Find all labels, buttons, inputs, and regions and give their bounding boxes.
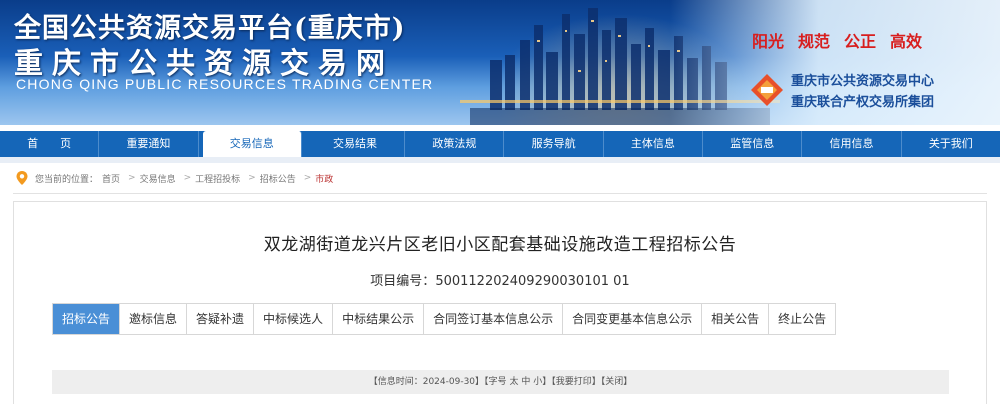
tab-tender-notice[interactable]: 招标公告 (53, 304, 121, 334)
org-logo-icon (751, 74, 783, 106)
tab-termination-notice[interactable]: 终止公告 (769, 304, 835, 334)
project-number-value: 500112202409290030101 01 (435, 274, 630, 289)
breadcrumb-link-trading-info[interactable]: 交易信息 (140, 172, 176, 185)
print-link[interactable]: 】【我要打印】 (542, 377, 601, 387)
nav-item-home[interactable]: 首 页 (0, 131, 100, 157)
close-link[interactable]: 【关闭】 (601, 377, 633, 387)
tab-contract-signing[interactable]: 合同签订基本信息公示 (424, 304, 564, 334)
breadcrumb-separator: > (128, 173, 136, 183)
breadcrumb-divider (13, 193, 987, 194)
breadcrumb-prefix: 您当前的位置： (35, 174, 99, 185)
breadcrumb-link-municipal[interactable]: 市政 (315, 172, 333, 185)
org-name-2: 重庆联合产权交易所集团 (791, 95, 935, 110)
font-size-large-link[interactable]: 太 (509, 377, 518, 387)
breadcrumb-link-tender-notice[interactable]: 招标公告 (260, 172, 296, 185)
nav-item-about[interactable]: 关于我们 (902, 131, 1000, 157)
breadcrumb: 您当前的位置： 首页 > 交易信息 > 工程招投标 > 招标公告 > 市政 (15, 170, 337, 186)
slogan-word: 阳光 (752, 32, 785, 51)
nav-item-trading-info[interactable]: 交易信息 (202, 131, 302, 157)
slogan: 阳光 规范 公正 高效 (752, 28, 922, 52)
slogan-word: 规范 (798, 32, 831, 51)
nav-item-credit[interactable]: 信用信息 (802, 131, 902, 157)
project-number: 项目编号：500112202409290030101 01 (0, 270, 1000, 289)
font-size-small-link[interactable]: 小 (533, 377, 542, 387)
document-title: 双龙湖街道龙兴片区老旧小区配套基础设施改造工程招标公告 (263, 235, 737, 255)
notice-tabs: 招标公告 邀标信息 答疑补遗 中标候选人 中标结果公示 合同签订基本信息公示 合… (52, 303, 837, 335)
breadcrumb-link-home[interactable]: 首页 (102, 172, 120, 185)
header-banner: 全国公共资源交易平台(重庆市) 重庆市公共资源交易网 CHONG QING PU… (0, 0, 1000, 125)
font-size-label: 】【字号 (475, 377, 507, 387)
tab-related-notices[interactable]: 相关公告 (702, 304, 770, 334)
nav-item-entity-info[interactable]: 主体信息 (604, 131, 704, 157)
breadcrumb-separator: > (248, 173, 256, 183)
main-nav: 首 页 重要通知 交易信息 交易结果 政策法规 服务导航 主体信息 监管信息 信… (0, 131, 1000, 157)
org-names: 重庆市公共资源交易中心 重庆联合产权交易所集团 (791, 71, 934, 113)
tab-invitation-info[interactable]: 邀标信息 (120, 304, 188, 334)
nav-item-supervision[interactable]: 监管信息 (703, 131, 803, 157)
font-size-medium-link[interactable]: 中 (521, 377, 530, 387)
info-time-value: 2024-09-30 (422, 377, 476, 387)
org-name-1: 重庆市公共资源交易中心 (791, 74, 935, 89)
location-pin-icon (16, 171, 28, 185)
tab-qa-addendum[interactable]: 答疑补遗 (187, 304, 255, 334)
nav-item-notices[interactable]: 重要通知 (99, 131, 199, 157)
project-number-label: 项目编号： (370, 274, 436, 289)
breadcrumb-separator: > (303, 173, 312, 183)
info-bar: 【信息时间：2024-09-30】【字号 太 中 小】【我要打印】【关闭】 (52, 370, 949, 394)
breadcrumb-link-engineering[interactable]: 工程招投标 (195, 172, 240, 185)
tab-contract-change[interactable]: 合同变更基本信息公示 (563, 304, 703, 334)
slogan-word: 公正 (844, 32, 877, 51)
slogan-word: 高效 (890, 32, 923, 51)
breadcrumb-separator: > (183, 173, 192, 183)
tab-winning-candidates[interactable]: 中标候选人 (254, 304, 334, 334)
site-title-english: CHONG QING PUBLIC RESOURCES TRADING CENT… (16, 76, 434, 92)
info-time-label: 【信息时间： (368, 377, 423, 387)
tab-award-result[interactable]: 中标结果公示 (333, 304, 425, 334)
nav-item-policies[interactable]: 政策法规 (405, 131, 505, 157)
nav-item-trading-results[interactable]: 交易结果 (306, 131, 406, 157)
nav-item-service-guide[interactable]: 服务导航 (504, 131, 604, 157)
nav-underline (0, 157, 1000, 163)
